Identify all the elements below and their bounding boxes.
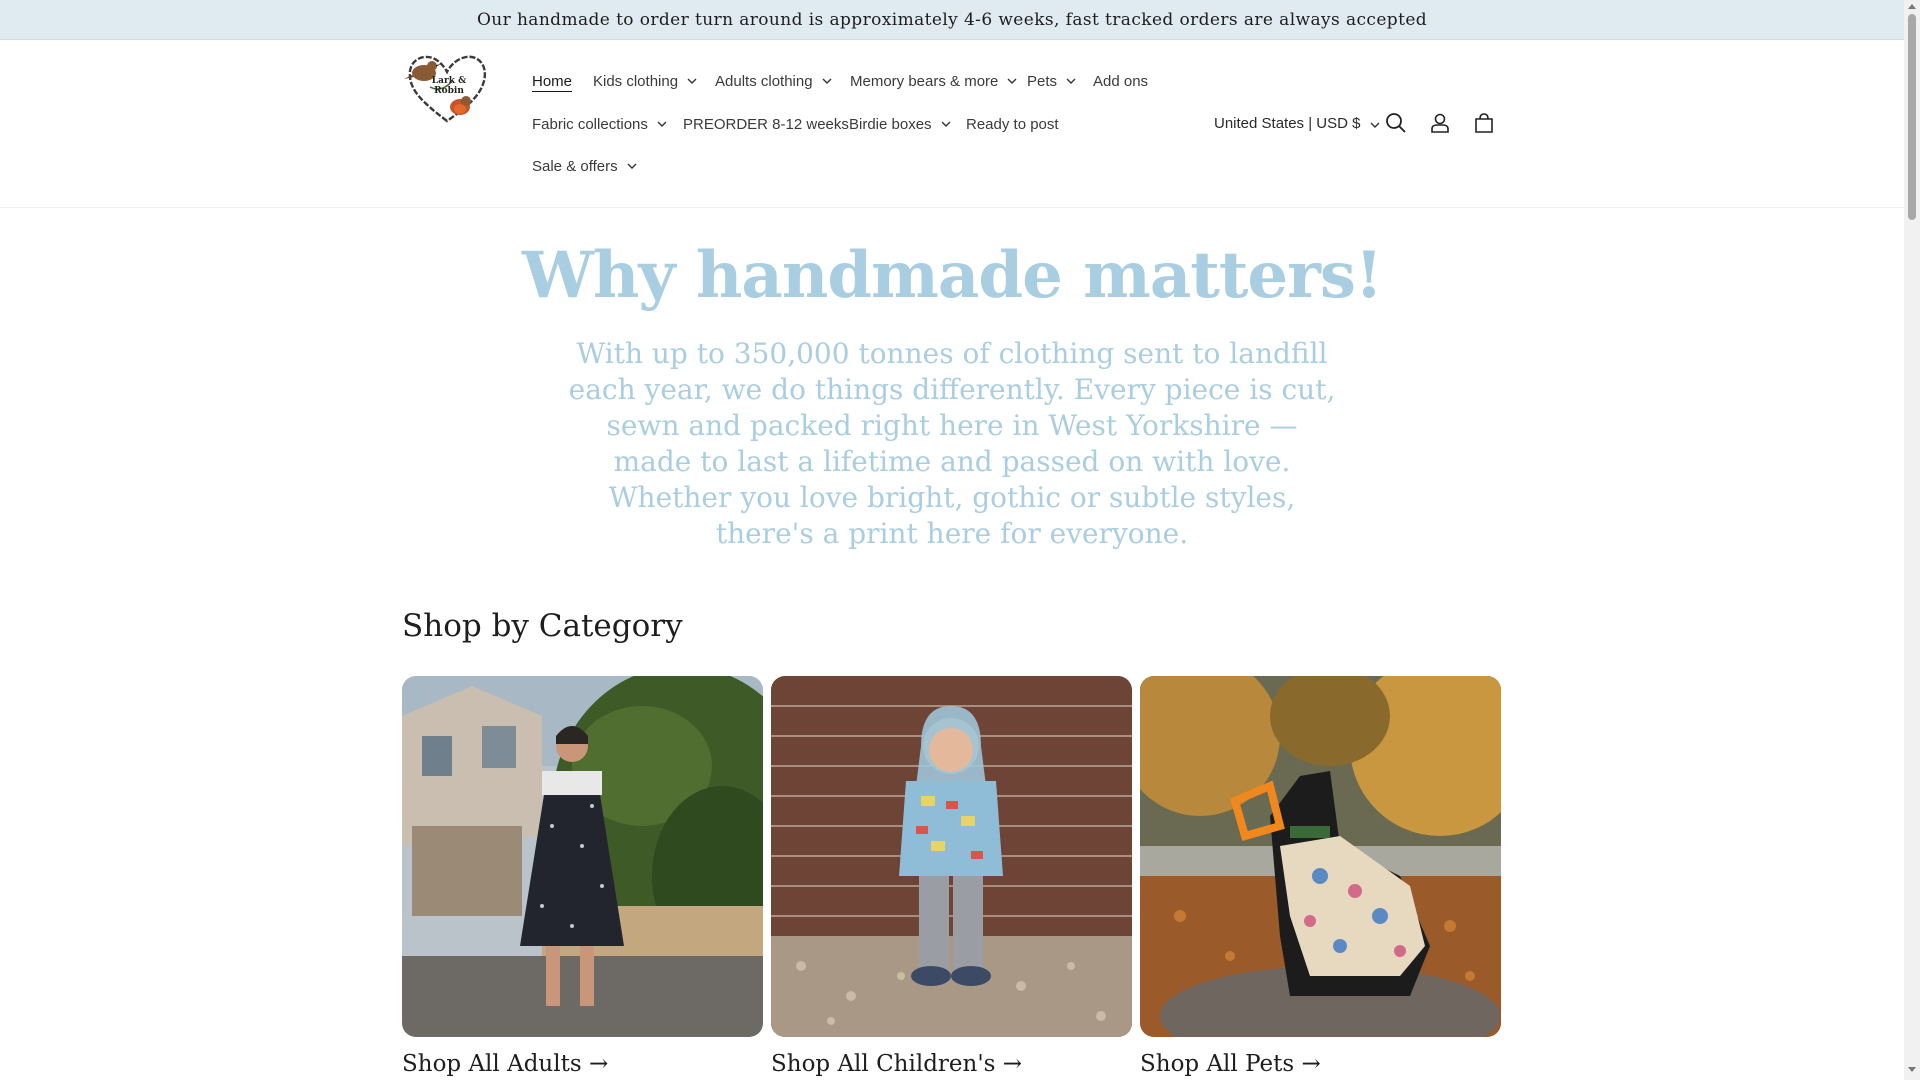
logo-text-line2: Robin — [434, 86, 464, 96]
category-card-children[interactable] — [771, 676, 1132, 1037]
section-title: Shop by Category — [402, 608, 683, 644]
user-icon — [1431, 113, 1449, 133]
country-currency-selector[interactable]: United States | USD $ — [1214, 110, 1380, 136]
chevron-down-icon — [1066, 76, 1076, 86]
chevron-down-icon — [657, 119, 667, 129]
chevron-down-icon — [822, 76, 832, 86]
category-card-adults[interactable] — [402, 676, 763, 1037]
search-button[interactable] — [1383, 110, 1409, 136]
nav-preorder[interactable]: PREORDER 8-12 weeks — [683, 111, 849, 137]
nav-kids-label: Kids clothing — [593, 72, 679, 90]
scrollbar-thumb[interactable] — [1908, 14, 1916, 220]
cart-icon — [1475, 113, 1493, 133]
category-card-pets[interactable] — [1140, 676, 1501, 1037]
shop-all-adults-link[interactable]: Shop All Adults → — [402, 1051, 608, 1077]
category-image-adults — [402, 676, 763, 1037]
category-image-children — [771, 676, 1132, 1037]
nav-birdie-boxes[interactable]: Birdie boxes — [849, 111, 951, 137]
nav-ready-label: Ready to post — [966, 115, 1059, 133]
nav-adults-label: Adults clothing — [715, 72, 813, 90]
shop-all-childrens-link[interactable]: Shop All Children's → — [771, 1051, 1022, 1077]
announcement-bar: Our handmade to order turn around is app… — [0, 0, 1904, 40]
chevron-down-icon — [627, 161, 637, 171]
scroll-up-icon[interactable] — [1906, 2, 1918, 12]
shop-all-pets-link[interactable]: Shop All Pets → — [1140, 1051, 1321, 1077]
country-label: United States | USD $ — [1214, 114, 1361, 132]
nav-pets-label: Pets — [1027, 72, 1058, 90]
nav-adults-clothing[interactable]: Adults clothing — [715, 68, 832, 94]
chevron-down-icon — [687, 76, 697, 86]
chevron-down-icon — [1007, 76, 1017, 86]
chevron-down-icon — [941, 119, 951, 129]
logo-text-line1: Lark & — [432, 76, 466, 86]
search-icon — [1386, 113, 1406, 133]
chevron-down-icon — [1370, 115, 1380, 132]
brand-logo[interactable]: Lark & Robin — [402, 47, 492, 125]
nav-preorder-label: PREORDER 8-12 weeks — [683, 115, 849, 133]
nav-ready-to-post[interactable]: Ready to post — [966, 111, 1059, 137]
site-header — [0, 40, 1904, 208]
nav-addons-label: Add ons — [1093, 72, 1149, 90]
nav-kids-clothing[interactable]: Kids clothing — [593, 68, 697, 94]
announcement-text: Our handmade to order turn around is app… — [476, 9, 1428, 30]
cart-button[interactable] — [1471, 110, 1497, 136]
scroll-down-icon[interactable] — [1906, 1066, 1918, 1076]
nav-home-label: Home — [532, 72, 573, 90]
nav-sale-offers[interactable]: Sale & offers — [532, 153, 637, 179]
nav-memory-bears[interactable]: Memory bears & more — [850, 68, 1017, 94]
nav-add-ons[interactable]: Add ons — [1093, 68, 1148, 94]
nav-pets[interactable]: Pets — [1027, 68, 1076, 94]
nav-memory-label: Memory bears & more — [850, 72, 999, 90]
nav-home[interactable]: Home — [532, 68, 572, 94]
nav-birdie-label: Birdie boxes — [849, 115, 932, 133]
nav-fabric-collections[interactable]: Fabric collections — [532, 111, 667, 137]
nav-sale-label: Sale & offers — [532, 157, 618, 175]
hero-text: With up to 350,000 tonnes of clothing se… — [568, 337, 1336, 550]
category-image-pets — [1140, 676, 1501, 1037]
account-button[interactable] — [1427, 110, 1453, 136]
hero-title: Why handmade matters! — [522, 238, 1383, 313]
nav-fabric-label: Fabric collections — [532, 115, 648, 133]
